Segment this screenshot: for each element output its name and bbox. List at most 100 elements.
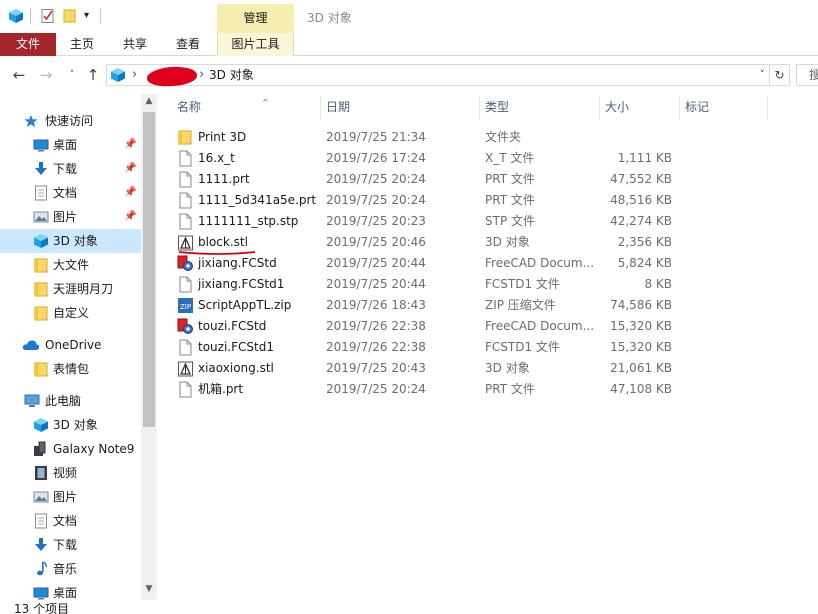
nav-item[interactable]: Galaxy Note9 <box>0 437 141 461</box>
nav-scrollbar-thumb[interactable] <box>143 112 155 427</box>
nav-item[interactable]: 下载 📌 <box>0 157 141 181</box>
recent-locations-icon[interactable]: ˅ <box>63 65 81 85</box>
freecad-file-icon <box>177 318 194 335</box>
column-header-date[interactable]: 日期 <box>326 94 350 121</box>
column-header-type[interactable]: 类型 <box>485 94 509 121</box>
file-row[interactable]: 机箱.prt 2019/7/25 20:24 PRT 文件 47,108 KB <box>157 379 818 400</box>
file-row[interactable]: 16.x_t 2019/7/26 17:24 X_T 文件 1,111 KB <box>157 148 818 169</box>
file-row[interactable]: block.stl 2019/7/25 20:46 3D 对象 2,356 KB <box>157 232 818 253</box>
file-row[interactable]: touzi.FCStd 2019/7/26 22:38 FreeCAD Docum.… <box>157 316 818 337</box>
column-header-size[interactable]: 大小 <box>605 94 629 121</box>
column-divider[interactable] <box>679 96 680 120</box>
pin-icon[interactable]: 📌 <box>124 181 136 205</box>
address-row: ← → ˅ ↑ › › 3D 对象 ˅ ↻ 搜 <box>0 56 818 94</box>
pin-icon[interactable]: 📌 <box>124 157 136 181</box>
sort-ascending-icon: ^ <box>262 98 269 107</box>
nav-label: 3D 对象 <box>53 234 98 248</box>
file-row[interactable]: 1111_5d341a5e.prt 2019/7/25 20:24 PRT 文件 48… <box>157 190 818 211</box>
nav-label: Galaxy Note9 <box>53 442 135 456</box>
search-input[interactable]: 搜 <box>796 64 818 86</box>
desktop-icon <box>33 585 49 600</box>
scroll-up-icon[interactable]: ▲ <box>141 96 157 106</box>
nav-item[interactable]: 下载 <box>0 533 141 557</box>
nav-item[interactable]: 图片 📌 <box>0 205 141 229</box>
nav-item[interactable]: 桌面 📌 <box>0 133 141 157</box>
stl-file-icon <box>177 234 194 251</box>
file-icon <box>177 192 194 209</box>
pin-icon[interactable]: 📌 <box>124 133 136 157</box>
file-row[interactable]: 1111.prt 2019/7/25 20:24 PRT 文件 47,552 KB <box>157 169 818 190</box>
back-button[interactable]: ← <box>10 65 28 85</box>
file-row[interactable]: 1111111_stp.stp 2019/7/25 20:23 STP 文件 42,2… <box>157 211 818 232</box>
breadcrumb-chevron-icon[interactable]: › <box>132 65 137 85</box>
file-type: STP 文件 <box>485 214 535 228</box>
file-type: FCSTD1 文件 <box>485 340 560 354</box>
file-size: 42,274 KB <box>610 214 672 228</box>
3d-objects-icon <box>111 68 125 82</box>
status-bar: 13 个项目 <box>0 600 818 614</box>
file-row[interactable]: jixiang.FCStd1 2019/7/25 20:44 FCSTD1 文件 8 … <box>157 274 818 295</box>
file-row[interactable]: jixiang.FCStd 2019/7/25 20:44 FreeCAD Docu… <box>157 253 818 274</box>
file-date: 2019/7/25 20:24 <box>326 172 426 186</box>
tab-view[interactable]: 查看 <box>164 33 212 56</box>
address-bar[interactable]: › › 3D 对象 ˅ <box>106 64 770 89</box>
tab-picture-tools[interactable]: 图片工具 <box>217 33 294 56</box>
address-dropdown-icon[interactable]: ˅ <box>760 65 766 85</box>
toolbar-separator <box>30 8 31 24</box>
title-bar: ▾ 管理 3D 对象 <box>0 0 818 33</box>
file-icon <box>177 276 194 293</box>
file-row[interactable]: Print 3D 2019/7/25 21:34 文件夹 <box>157 127 818 148</box>
cloud-icon <box>22 340 40 350</box>
refresh-button[interactable]: ↻ <box>770 64 790 86</box>
file-type: FCSTD1 文件 <box>485 277 560 291</box>
breadcrumb-chevron-icon[interactable]: › <box>199 65 204 85</box>
nav-item[interactable]: 视频 <box>0 461 141 485</box>
document-icon <box>33 185 49 201</box>
nav-item[interactable]: 自定义 <box>0 301 141 325</box>
download-icon <box>33 537 49 553</box>
nav-item[interactable]: 大文件 <box>0 253 141 277</box>
svg-text:ZIP: ZIP <box>180 303 191 311</box>
scroll-down-icon[interactable]: ▼ <box>141 584 157 594</box>
file-size: 15,320 KB <box>610 340 672 354</box>
file-row[interactable]: ZIP ScriptAppTL.zip 2019/7/26 18:43 ZIP 压缩文… <box>157 295 818 316</box>
new-folder-icon[interactable] <box>62 8 78 24</box>
file-type: 3D 对象 <box>485 361 530 375</box>
forward-button[interactable]: → <box>37 65 55 85</box>
nav-item[interactable]: 天涯明月刀 <box>0 277 141 301</box>
nav-label: 文档 <box>53 186 78 200</box>
nav-item[interactable]: 3D 对象 <box>0 413 141 437</box>
nav-this-pc[interactable]: 此电脑 <box>0 389 141 413</box>
column-header-tags[interactable]: 标记 <box>685 94 709 121</box>
column-divider[interactable] <box>479 96 480 120</box>
nav-label: 视频 <box>53 466 78 480</box>
nav-item[interactable]: 桌面 <box>0 581 141 600</box>
file-row[interactable]: touzi.FCStd1 2019/7/26 22:38 FCSTD1 文件 15,3… <box>157 337 818 358</box>
column-header-name[interactable]: ^ 名称 <box>177 94 269 121</box>
column-divider[interactable] <box>767 96 768 120</box>
properties-icon[interactable] <box>40 8 56 24</box>
pin-icon[interactable]: 📌 <box>124 205 136 229</box>
tab-share[interactable]: 共享 <box>111 33 159 56</box>
nav-label: 图片 <box>53 210 78 224</box>
up-button[interactable]: ↑ <box>84 65 102 85</box>
customize-toolbar-icon[interactable]: ▾ <box>84 8 100 24</box>
nav-item[interactable]: 3D 对象 <box>0 229 141 253</box>
nav-scrollbar[interactable]: ▲ ▼ <box>141 94 157 600</box>
nav-label: 桌面 <box>53 138 78 152</box>
file-size: 74,586 KB <box>610 298 672 312</box>
column-divider[interactable] <box>599 96 600 120</box>
breadcrumb-current[interactable]: 3D 对象 <box>209 65 254 85</box>
column-divider[interactable] <box>320 96 321 120</box>
file-row[interactable]: xiaoxiong.stl 2019/7/25 20:43 3D 对象 21,061 … <box>157 358 818 379</box>
nav-item[interactable]: 文档 <box>0 509 141 533</box>
tab-file[interactable]: 文件 <box>0 33 56 56</box>
nav-item[interactable]: 文档 📌 <box>0 181 141 205</box>
nav-item[interactable]: 表情包 <box>0 357 141 381</box>
tab-home[interactable]: 主页 <box>58 33 106 56</box>
nav-quick-access[interactable]: 快速访问 <box>0 109 141 133</box>
nav-onedrive[interactable]: OneDrive <box>0 333 141 357</box>
nav-item[interactable]: 音乐 <box>0 557 141 581</box>
manage-context-tab[interactable]: 管理 <box>217 4 294 33</box>
nav-item[interactable]: 图片 <box>0 485 141 509</box>
